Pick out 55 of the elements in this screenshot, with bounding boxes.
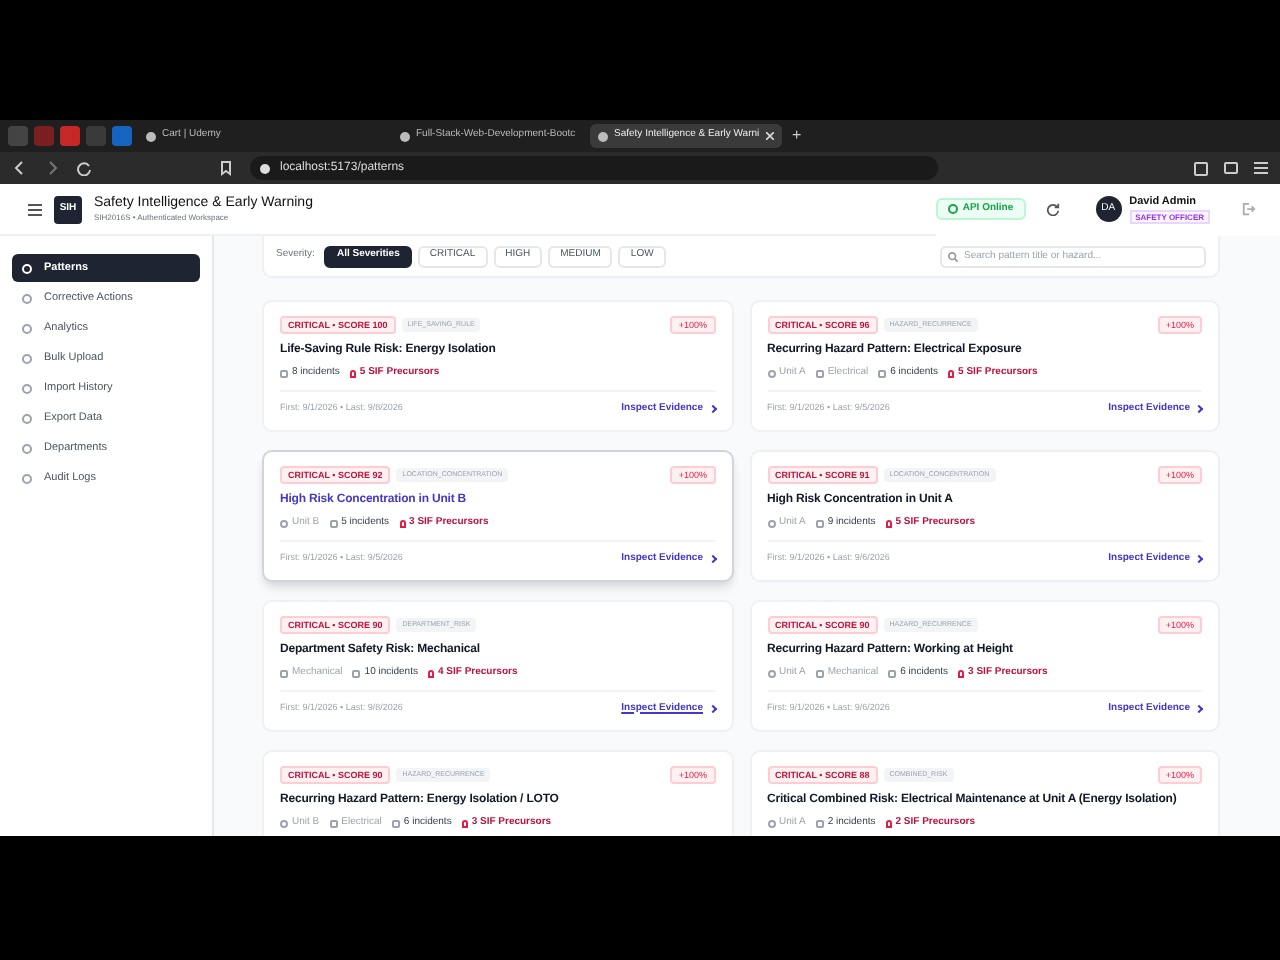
nav-icon <box>22 383 32 393</box>
flame-icon <box>885 819 892 828</box>
new-tab-button[interactable]: + <box>792 124 802 148</box>
building-icon <box>280 669 288 678</box>
chevron-right-icon <box>707 704 717 713</box>
location-pin-icon <box>767 369 775 378</box>
location-pin-icon <box>767 819 775 828</box>
stack-icon <box>391 819 400 828</box>
stack-icon <box>329 519 338 528</box>
tab-favicon-icon <box>400 131 410 141</box>
chevron-right-icon <box>1194 704 1204 713</box>
chevron-right-icon <box>707 554 717 563</box>
nav-icon <box>22 323 32 333</box>
wallet-icon[interactable] <box>1224 162 1238 174</box>
stack-icon <box>878 369 887 378</box>
flame-icon <box>958 669 965 678</box>
forward-icon[interactable] <box>44 160 60 176</box>
location-pin-icon <box>280 819 288 828</box>
tab-favicon-icon <box>598 131 608 141</box>
building-icon <box>815 369 824 378</box>
flame-icon <box>948 369 955 378</box>
nav-icon <box>22 293 32 303</box>
flame-icon <box>461 819 468 828</box>
menu-icon[interactable] <box>28 203 42 215</box>
stack-icon <box>280 369 288 378</box>
chevron-right-icon <box>1194 404 1204 413</box>
location-pin-icon <box>767 669 775 678</box>
nav-icon <box>22 443 32 453</box>
flame-icon <box>427 669 434 678</box>
flame-icon <box>349 369 356 378</box>
stack-icon <box>815 519 824 528</box>
bookmark-icon[interactable] <box>218 160 234 176</box>
chevron-right-icon <box>1194 554 1204 563</box>
location-pin-icon <box>280 519 288 528</box>
stack-icon <box>888 669 897 678</box>
chevron-right-icon <box>707 404 717 413</box>
flame-icon <box>885 519 892 528</box>
flame-icon <box>399 519 406 528</box>
nav-icon <box>22 473 32 483</box>
building-icon <box>329 819 338 828</box>
site-info-icon <box>260 163 270 173</box>
close-icon[interactable] <box>766 132 774 140</box>
location-pin-icon <box>767 519 775 528</box>
sidebar-icon[interactable] <box>1194 161 1208 175</box>
stack-icon <box>352 669 361 678</box>
building-icon <box>815 669 824 678</box>
search-icon <box>948 251 958 261</box>
tab-favicon-icon <box>146 131 156 141</box>
stack-icon <box>815 819 824 828</box>
reload-icon[interactable] <box>76 160 92 176</box>
refresh-icon[interactable] <box>1045 202 1060 216</box>
nav-icon <box>22 263 32 273</box>
nav-icon <box>22 413 32 423</box>
back-icon[interactable] <box>12 160 28 176</box>
nav-icon <box>22 353 32 363</box>
